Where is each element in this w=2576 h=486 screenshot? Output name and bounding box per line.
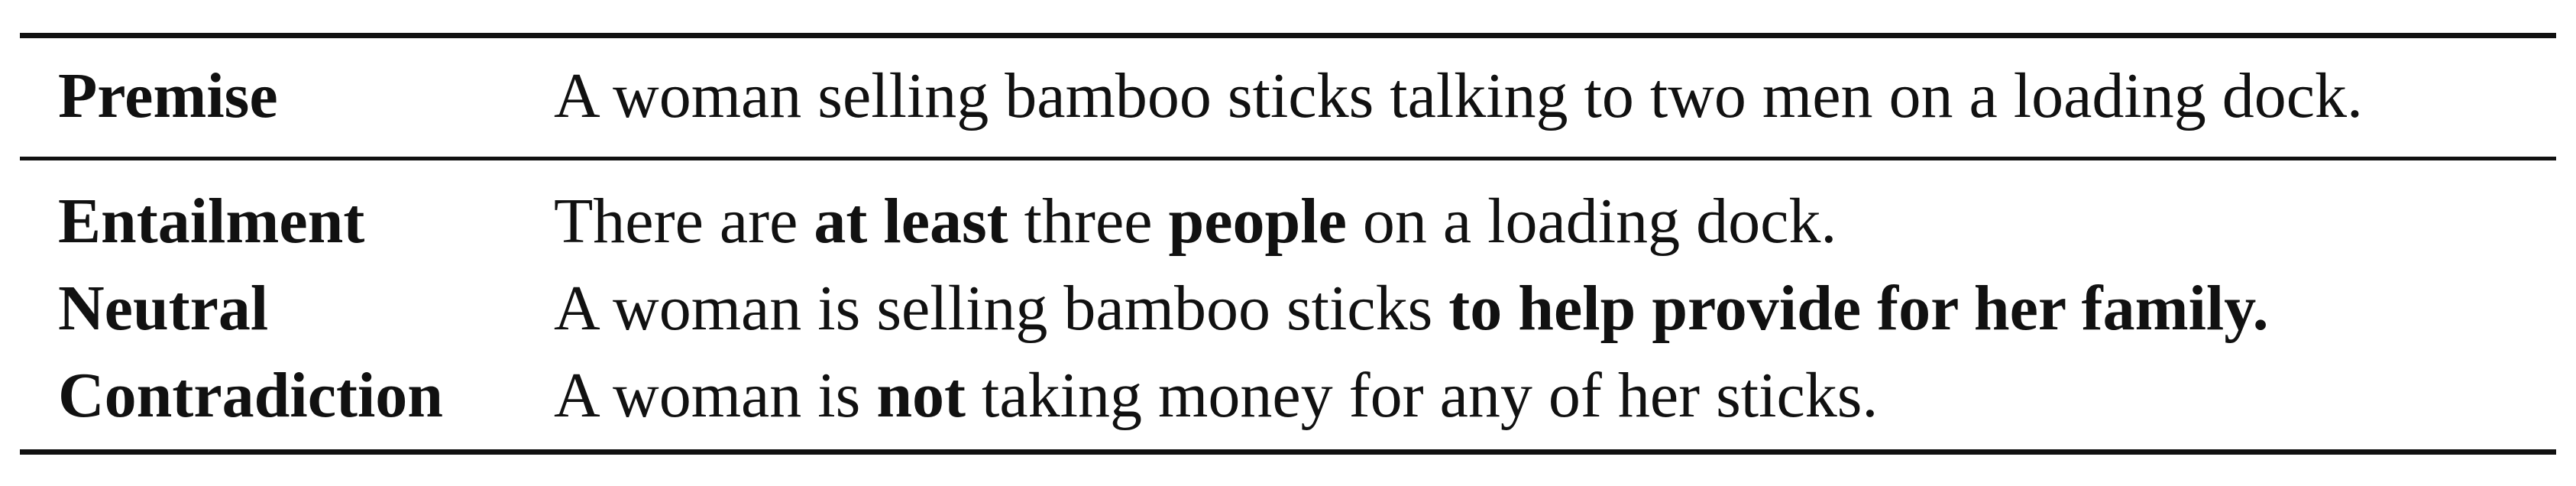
mid-rule [20,157,2556,160]
contradiction-label: Contradiction [58,360,443,431]
entailment-text-2: three [1008,186,1169,257]
contradiction-row: Contradiction A woman is not taking mone… [0,353,2576,439]
neutral-row: Neutral A woman is selling bamboo sticks… [0,266,2576,352]
entailment-text-3: on a loading dock. [1346,186,1837,257]
premise-sentence: A woman selling bamboo sticks talking to… [554,53,2363,139]
bottom-rule [20,449,2556,455]
contradiction-text-1: A woman is [554,360,877,431]
top-rule [20,33,2556,38]
neutral-sentence: A woman is selling bamboo sticks to help… [554,266,2269,352]
entailment-emphasis-1: at least [814,186,1008,257]
contradiction-sentence: A woman is not taking money for any of h… [554,353,1878,439]
entailment-sentence: There are at least three people on a loa… [554,179,1837,264]
premise-row: Premise A woman selling bamboo sticks ta… [0,53,2576,139]
contradiction-text-2: taking money for any of her sticks. [966,360,1879,431]
premise-text: A woman selling bamboo sticks talking to… [554,60,2364,131]
entailment-text-1: There are [554,186,814,257]
neutral-emphasis-1: to help provide for her family. [1448,273,2269,344]
neutral-text-1: A woman is selling bamboo sticks [554,273,1449,344]
entailment-label: Entailment [58,186,365,257]
entailment-row: Entailment There are at least three peop… [0,179,2576,264]
neutral-label: Neutral [58,273,269,344]
contradiction-emphasis-1: not [876,360,966,431]
entailment-emphasis-2: people [1168,186,1347,257]
premise-label: Premise [58,60,278,131]
